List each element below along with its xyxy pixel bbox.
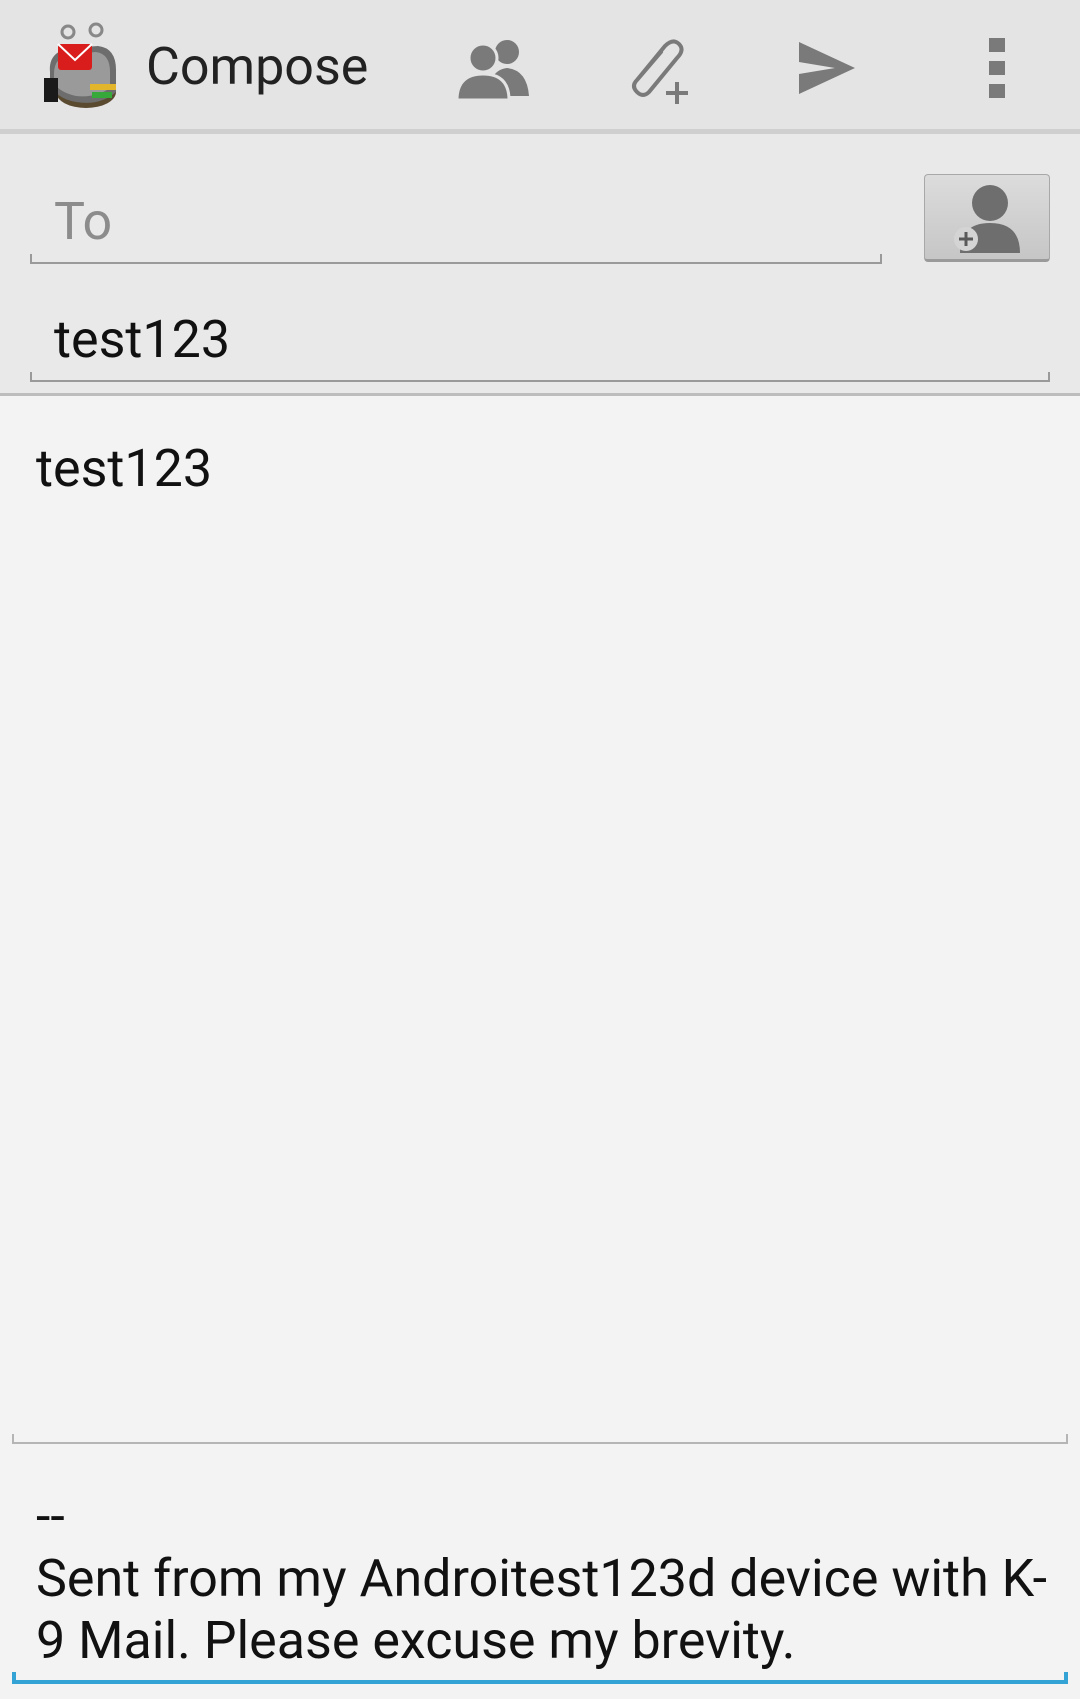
signature-focus-underline bbox=[12, 1672, 1068, 1684]
send-button[interactable] bbox=[772, 22, 882, 114]
signature-text[interactable]: -- Sent from my Androitest123d device wi… bbox=[36, 1486, 1056, 1672]
add-contact-button[interactable] bbox=[924, 174, 1050, 262]
message-body[interactable]: test123 bbox=[36, 438, 212, 500]
overflow-menu-icon bbox=[989, 38, 1005, 98]
to-field[interactable] bbox=[30, 172, 882, 264]
compose-header bbox=[0, 134, 1080, 396]
subject-input[interactable] bbox=[54, 309, 1034, 370]
add-contact-icon bbox=[954, 185, 1020, 253]
contacts-icon bbox=[455, 40, 529, 100]
message-body-area[interactable]: test123 bbox=[0, 396, 1080, 1444]
signature-area[interactable]: -- Sent from my Androitest123d device wi… bbox=[0, 1450, 1080, 1690]
page-title: Compose bbox=[146, 36, 369, 97]
subject-field[interactable] bbox=[30, 290, 1050, 382]
send-icon bbox=[799, 42, 855, 94]
action-bar: Compose bbox=[0, 0, 1080, 134]
attach-button[interactable] bbox=[602, 22, 712, 114]
contacts-button[interactable] bbox=[438, 22, 548, 114]
k9-app-icon[interactable] bbox=[40, 22, 126, 114]
to-input[interactable] bbox=[54, 191, 866, 252]
body-divider bbox=[12, 1434, 1068, 1444]
overflow-menu-button[interactable] bbox=[942, 22, 1052, 114]
attach-icon bbox=[632, 39, 688, 104]
